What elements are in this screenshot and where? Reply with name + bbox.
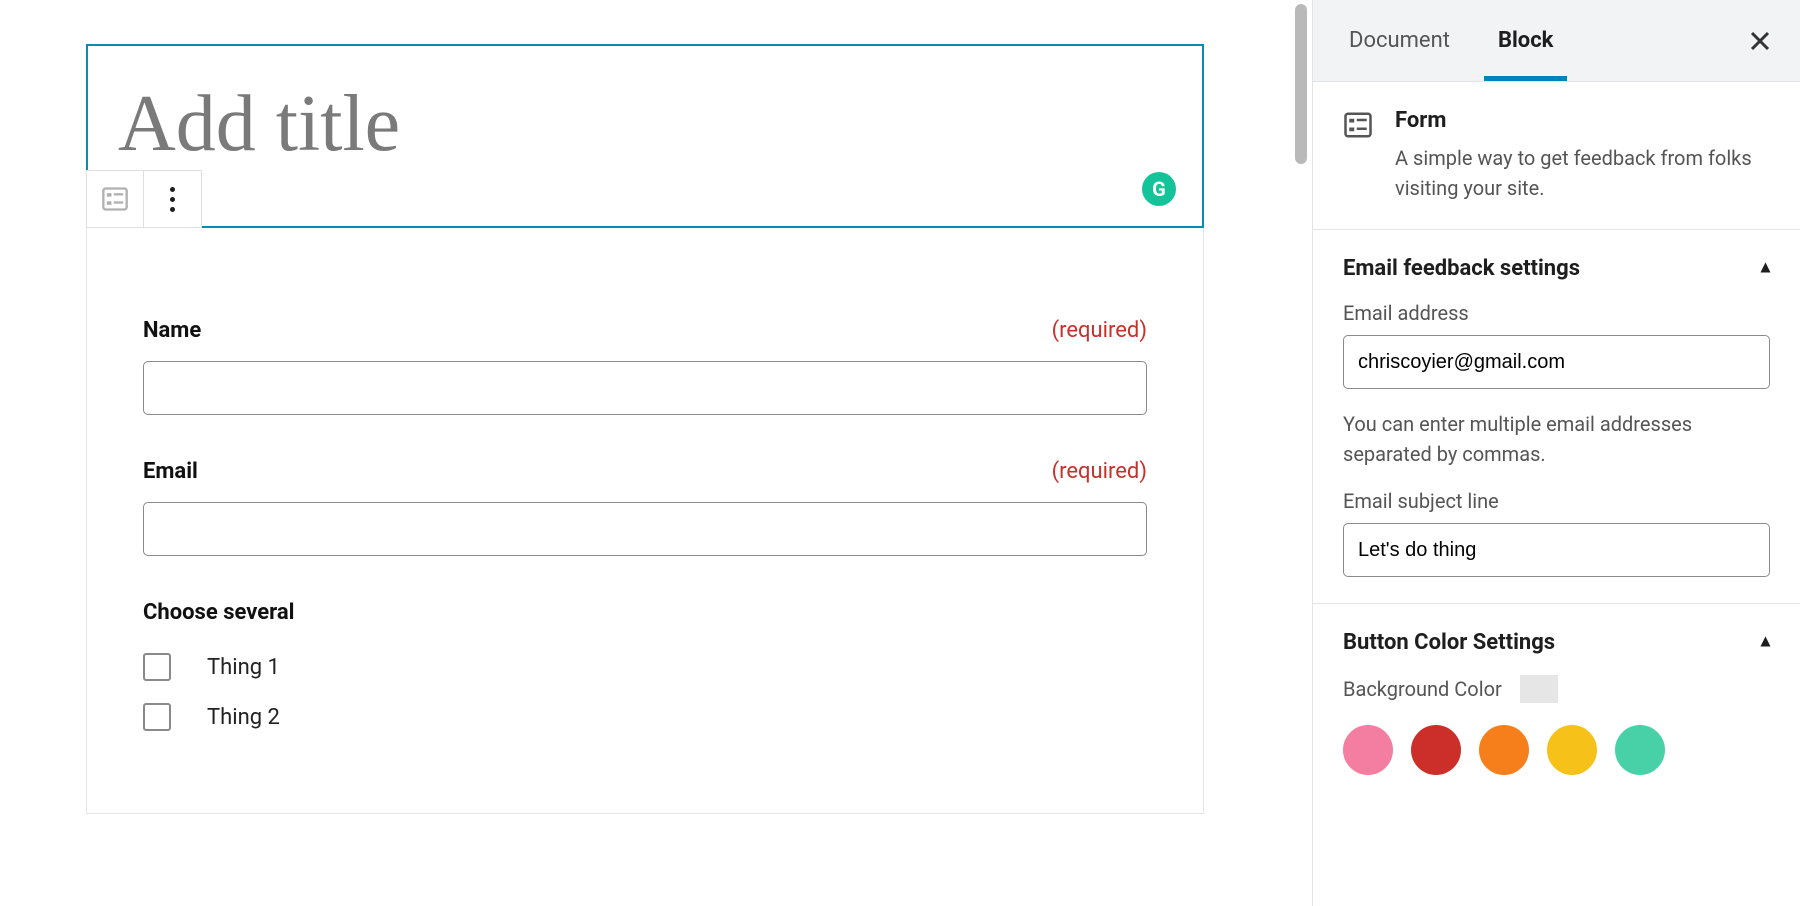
chevron-up-icon: ▾ [1761,632,1770,653]
checkbox-group: Choose several Thing 1 Thing 2 [143,600,1147,731]
block-type-button[interactable] [86,170,144,228]
field-label: Name [143,318,201,343]
grammarly-icon[interactable]: G [1142,172,1176,206]
scrollbar-thumb[interactable] [1295,4,1307,164]
email-address-input[interactable] [1343,335,1770,389]
form-icon [1343,110,1373,140]
block-info-panel: Form A simple way to get feedback from f… [1313,82,1800,230]
panel-title: Email feedback settings [1343,256,1580,281]
form-block-icon [1343,110,1373,144]
block-title: Form [1395,108,1770,133]
field-name: Name (required) [143,318,1147,415]
checkbox-icon[interactable] [143,653,171,681]
form-icon [101,185,129,213]
tab-document[interactable]: Document [1345,0,1454,81]
title-placeholder[interactable]: Add title [118,84,1166,164]
email-settings-toggle[interactable]: Email feedback settings ▾ [1343,256,1770,281]
sidebar-tabs: Document Block [1313,0,1800,82]
color-swatch-row [1343,725,1770,775]
checkbox-group-label: Choose several [143,600,1147,625]
tab-block[interactable]: Block [1494,0,1558,81]
more-vertical-icon [170,187,175,212]
email-input[interactable] [143,502,1147,556]
background-color-row: Background Color [1343,675,1770,703]
field-label-row: Email (required) [143,459,1147,484]
color-swatch[interactable] [1615,725,1665,775]
checkbox-option-label: Thing 2 [207,705,280,730]
checkbox-row[interactable]: Thing 1 [143,653,1147,681]
field-email: Email (required) [143,459,1147,556]
app-root: Add title G [0,0,1800,906]
button-color-toggle[interactable]: Button Color Settings ▾ [1343,630,1770,655]
chevron-up-icon: ▾ [1761,258,1770,279]
editor-canvas: Add title G [0,0,1290,906]
editor-scrollbar[interactable] [1290,0,1312,906]
color-swatch[interactable] [1343,725,1393,775]
close-icon [1750,31,1770,51]
close-sidebar-button[interactable] [1740,21,1780,61]
background-color-sample[interactable] [1520,675,1558,703]
email-address-label: Email address [1343,301,1770,325]
field-label-row: Name (required) [143,318,1147,343]
block-description: A simple way to get feedback from folks … [1395,143,1770,203]
field-label: Email [143,459,198,484]
button-color-panel: Button Color Settings ▾ Background Color [1313,604,1800,801]
required-badge: (required) [1052,459,1147,484]
color-swatch[interactable] [1411,725,1461,775]
block-more-button[interactable] [144,170,202,228]
checkbox-icon[interactable] [143,703,171,731]
form-block-body: Name (required) Email (required) Choose … [86,228,1204,814]
email-subject-label: Email subject line [1343,489,1770,513]
color-swatch[interactable] [1547,725,1597,775]
name-input[interactable] [143,361,1147,415]
email-subject-input[interactable] [1343,523,1770,577]
required-badge: (required) [1052,318,1147,343]
block-toolbar [86,170,202,228]
title-block[interactable]: Add title G [86,44,1204,228]
settings-sidebar: Document Block [1312,0,1800,906]
email-address-hint: You can enter multiple email addresses s… [1343,409,1770,469]
checkbox-row[interactable]: Thing 2 [143,703,1147,731]
background-color-label: Background Color [1343,677,1502,701]
color-swatch[interactable] [1479,725,1529,775]
email-settings-panel: Email feedback settings ▾ Email address … [1313,230,1800,604]
panel-title: Button Color Settings [1343,630,1555,655]
checkbox-option-label: Thing 1 [207,655,280,680]
